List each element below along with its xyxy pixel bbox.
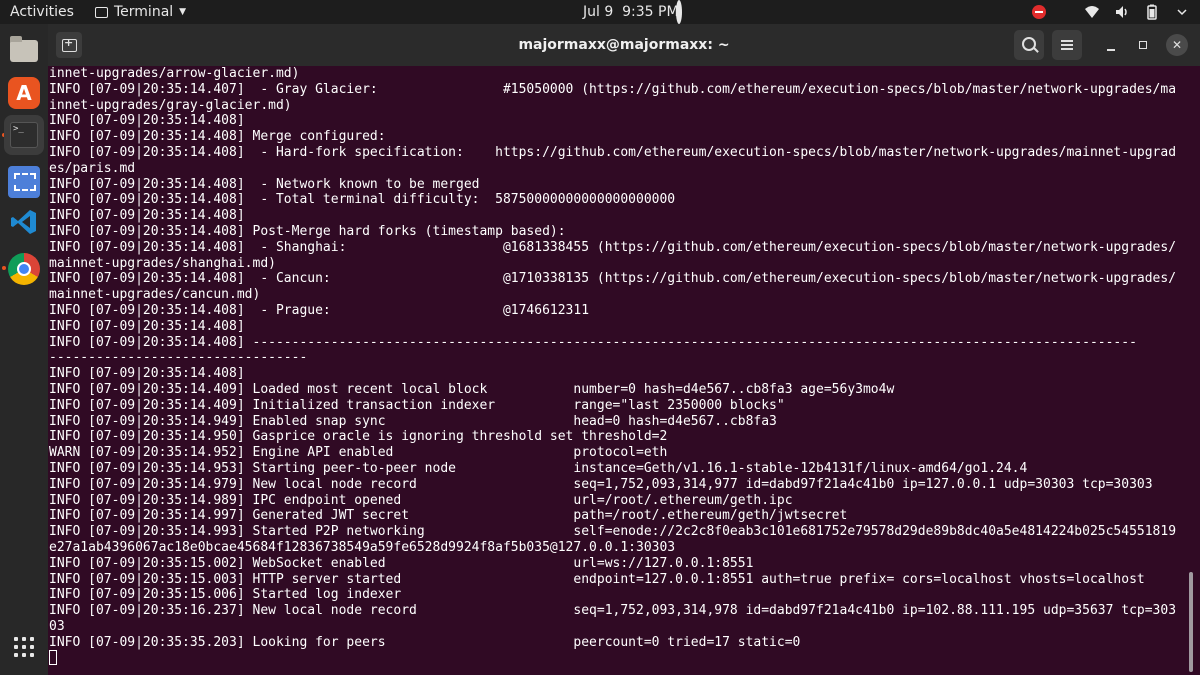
top-bar: Activities Terminal ▼ Jul 9 9:35 PM [0,0,1200,24]
terminal-line: INFO [07-09|20:35:14.953] Starting peer-… [49,460,1028,476]
terminal-line: INFO [07-09|20:35:14.989] IPC endpoint o… [49,492,793,508]
terminal-line: INFO [07-09|20:35:14.408] [49,318,245,334]
system-tray[interactable] [1032,0,1190,24]
terminal-line: mainnet-upgrades/cancun.md) [49,287,261,303]
terminal-line: INFO [07-09|20:35:14.408] [49,366,245,382]
volume-icon[interactable] [1114,4,1130,20]
files-icon[interactable] [8,34,40,66]
screenshot-icon[interactable] [8,166,40,198]
close-button[interactable]: ✕ [1162,30,1192,60]
terminal-line: mainnet-upgrades/shanghai.md) [49,255,276,271]
power-menu-icon[interactable] [1174,4,1190,20]
terminal-output[interactable]: innet-upgrades/arrow-glacier.md) INFO [07… [48,66,1189,675]
terminal-line: INFO [07-09|20:35:14.409] Initialized tr… [49,397,785,413]
terminal-line: innet-upgrades/gray-glacier.md) [49,97,292,113]
do-not-disturb-icon[interactable] [1032,5,1046,19]
close-icon: ✕ [1171,38,1183,52]
terminal-line: 03 [49,618,65,634]
terminal-line: INFO [07-09|20:35:14.408] - Cancun: @171… [49,271,1177,287]
terminal-line: innet-upgrades/arrow-glacier.md) [49,66,300,81]
app-menu-label: Terminal [114,4,174,20]
vscode-icon[interactable] [8,206,40,238]
terminal-line: es/paris.md [49,160,136,176]
terminal-line: INFO [07-09|20:35:14.408] Post-Merge har… [49,223,566,239]
battery-icon[interactable] [1144,4,1160,20]
terminal-line: INFO [07-09|20:35:14.408] - Hard-fork sp… [49,144,1177,160]
terminal-line: INFO [07-09|20:35:14.407] - Gray Glacier… [49,81,1177,97]
terminal-line: e27a1ab4396067ac18e0bcae45684f1283673854… [49,539,676,555]
terminal-line: INFO [07-09|20:35:35.203] Looking for pe… [49,634,801,650]
activities-button[interactable]: Activities [10,0,74,24]
running-indicator [2,266,6,270]
app-menu[interactable]: Terminal ▼ [95,0,186,24]
terminal-line: INFO [07-09|20:35:14.408] - Prague: @174… [49,302,590,318]
show-applications-icon[interactable] [14,637,34,657]
terminal-line: INFO [07-09|20:35:14.979] New local node… [49,476,1153,492]
wifi-icon[interactable] [1084,4,1100,20]
terminal-line: INFO [07-09|20:35:14.949] Enabled snap s… [49,413,777,429]
terminal-line: INFO [07-09|20:35:14.408] --------------… [49,334,1137,350]
notification-dot-icon [676,0,682,24]
new-tab-button[interactable] [56,32,82,58]
terminal-line: INFO [07-09|20:35:15.002] WebSocket enab… [49,555,754,571]
terminal-line: INFO [07-09|20:35:14.409] Loaded most re… [49,381,895,397]
chrome-icon[interactable] [8,253,40,285]
terminal-line: --------------------------------- [49,350,308,366]
terminal-line: INFO [07-09|20:35:14.408] Merge configur… [49,129,386,145]
terminal-line: INFO [07-09|20:35:14.408] - Network know… [49,176,480,192]
dock: A >_ [0,24,48,675]
terminal-line: WARN [07-09|20:35:14.952] Engine API ena… [49,445,668,461]
terminal-lines: innet-upgrades/arrow-glacier.md) INFO [07… [49,66,1189,650]
terminal-line: INFO [07-09|20:35:14.997] Generated JWT … [49,508,848,524]
terminal-window: majormaxx@majormaxx: ~ ✕ innet-upgrades/… [48,24,1200,675]
terminal-line: INFO [07-09|20:35:15.006] Started log in… [49,587,402,603]
terminal-app-icon [95,6,108,18]
hamburger-menu-button[interactable] [1052,30,1082,60]
search-button[interactable] [1014,30,1044,60]
software-center-icon[interactable]: A [8,77,40,109]
scrollbar-thumb[interactable] [1189,572,1193,672]
terminal-line: INFO [07-09|20:35:14.408] [49,113,245,129]
clock[interactable]: Jul 9 9:35 PM [583,0,679,24]
terminal-line: INFO [07-09|20:35:16.237] New local node… [49,603,1177,619]
terminal-line: INFO [07-09|20:35:14.408] [49,208,245,224]
title-bar[interactable]: majormaxx@majormaxx: ~ ✕ [48,24,1200,66]
terminal-line: INFO [07-09|20:35:14.408] - Total termin… [49,192,676,208]
terminal-line: INFO [07-09|20:35:14.950] Gasprice oracl… [49,429,668,445]
terminal-line: INFO [07-09|20:35:15.003] HTTP server st… [49,571,1145,587]
chevron-down-icon: ▼ [179,7,187,17]
terminal-line: INFO [07-09|20:35:14.408] - Shanghai: @1… [49,239,1177,255]
text-cursor [49,650,57,666]
prompt-line[interactable] [49,650,1189,666]
terminal-line: INFO [07-09|20:35:14.993] Started P2P ne… [49,524,1177,540]
minimize-button[interactable] [1098,30,1124,60]
maximize-button[interactable] [1130,30,1156,60]
terminal-icon[interactable]: >_ [4,115,44,155]
